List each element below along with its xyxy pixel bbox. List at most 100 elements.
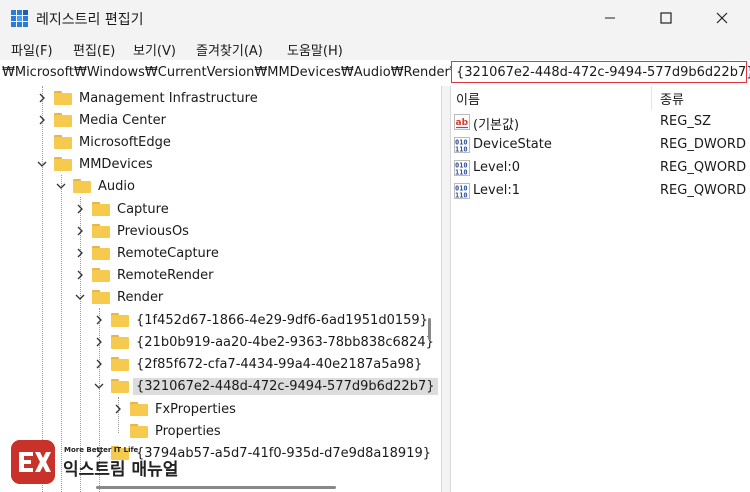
folder-icon	[54, 113, 72, 127]
watermark-tagline: More Better IT Life	[64, 446, 139, 454]
folder-icon	[54, 157, 72, 171]
minimize-button[interactable]	[582, 0, 638, 36]
tree-item-label: PreviousOs	[117, 223, 189, 239]
value-name: (기본값)	[473, 118, 520, 133]
chevron-right-icon[interactable]	[74, 242, 86, 264]
tree-item-label: MMDevices	[79, 156, 153, 172]
tree-item-audio[interactable]: Audio	[55, 175, 138, 197]
tree-horizontal-scrollbar-thumb[interactable]	[96, 486, 336, 489]
title-bar: 레지스트리 편집기	[0, 0, 750, 36]
value-row[interactable]: 010 110 Level:1 REG_QWORD	[451, 180, 750, 202]
tree-item-label: Render	[117, 289, 164, 305]
folder-icon	[130, 402, 148, 416]
values-pane[interactable]: 이름 종류 ab (기본값) REG_SZ 010 110 DeviceStat…	[451, 86, 750, 492]
tree-item-guid[interactable]: {21b0b919-aa20-4be2-9363-78bb838c6824}	[93, 331, 437, 353]
svg-text:110: 110	[455, 146, 468, 154]
tree-item-label: Properties	[155, 423, 221, 439]
value-name: Level:0	[473, 160, 520, 175]
maximize-icon	[660, 12, 672, 24]
chevron-right-icon[interactable]	[36, 109, 48, 131]
chevron-right-icon[interactable]	[93, 331, 105, 353]
close-icon	[716, 12, 728, 24]
menu-view[interactable]: 보기(V)	[133, 40, 176, 59]
tree-item-label: FxProperties	[155, 401, 236, 417]
value-type: REG_SZ	[660, 114, 711, 129]
folder-icon	[92, 202, 110, 216]
tree-item-remotecapture[interactable]: RemoteCapture	[74, 242, 222, 264]
chevron-right-icon[interactable]	[93, 309, 105, 331]
address-highlight-text: {321067e2-448d-472c-9494-577d9b6d22b7}	[456, 65, 750, 80]
chevron-right-icon[interactable]	[74, 264, 86, 286]
tree-item-label: {21b0b919-aa20-4be2-9363-78bb838c6824}	[136, 334, 434, 350]
tree-item-management-infrastructure[interactable]: Management Infrastructure	[36, 87, 261, 109]
svg-text:110: 110	[455, 192, 468, 200]
tree-item-guid[interactable]: {2f85f672-cfa7-4434-99a4-40e2187a5a98}	[93, 353, 425, 375]
folder-icon	[92, 268, 110, 282]
tree-item-label: {2f85f672-cfa7-4434-99a4-40e2187a5a98}	[136, 356, 423, 372]
binary-value-icon: 010 110	[454, 183, 470, 199]
pane-splitter[interactable]	[441, 86, 451, 492]
tree-item-mmdevices[interactable]: MMDevices	[36, 153, 156, 175]
tree-item-label: RemoteRender	[117, 267, 214, 283]
svg-text:ab: ab	[456, 118, 469, 128]
value-type: REG_QWORD	[660, 183, 747, 198]
tree-item-remoterender[interactable]: RemoteRender	[74, 264, 216, 286]
tree-item-label: {321067e2-448d-472c-9494-577d9b6d22b7}	[133, 377, 438, 395]
value-row[interactable]: 010 110 Level:0 REG_QWORD	[451, 157, 750, 179]
key-tree[interactable]: Management Infrastructure Media Center M…	[0, 86, 441, 492]
chevron-right-icon[interactable]	[74, 220, 86, 242]
watermark: More Better IT Life 익스트림 매뉴얼	[6, 438, 242, 486]
minimize-icon	[605, 17, 615, 19]
chevron-down-icon[interactable]	[36, 153, 48, 175]
menu-help[interactable]: 도움말(H)	[287, 40, 343, 59]
tree-item-guid-selected[interactable]: {321067e2-448d-472c-9494-577d9b6d22b7}	[93, 375, 438, 397]
folder-icon	[111, 313, 129, 327]
tree-scrollbar-thumb[interactable]	[428, 318, 431, 340]
tree-item-guid[interactable]: {1f452d67-1866-4e29-9df6-6ad1951d0159}	[93, 309, 431, 331]
chevron-down-icon[interactable]	[55, 175, 67, 197]
tree-item-label: Management Infrastructure	[79, 90, 258, 106]
chevron-down-icon[interactable]	[74, 286, 86, 308]
menu-edit[interactable]: 편집(E)	[73, 40, 115, 59]
tree-item-previousos[interactable]: PreviousOs	[74, 220, 192, 242]
chevron-right-icon[interactable]	[36, 87, 48, 109]
maximize-button[interactable]	[638, 0, 694, 36]
string-value-icon: ab	[454, 114, 470, 130]
column-header-type[interactable]: 종류	[660, 86, 684, 110]
tree-item-microsoftedge[interactable]: MicrosoftEdge	[36, 131, 174, 153]
tree-item-label: {1f452d67-1866-4e29-9df6-6ad1951d0159}	[136, 312, 428, 328]
brand-logo-icon	[11, 440, 55, 484]
tree-item-fxproperties[interactable]: FxProperties	[112, 398, 239, 420]
menu-bar: 파일(F) 편집(E) 보기(V) 즐겨찾기(A) 도움말(H)	[0, 36, 750, 60]
menu-file[interactable]: 파일(F)	[11, 40, 53, 59]
folder-icon	[54, 135, 72, 149]
chevron-down-icon[interactable]	[93, 375, 105, 397]
value-row[interactable]: 010 110 DeviceState REG_DWORD	[451, 134, 750, 156]
folder-icon	[130, 424, 148, 438]
column-separator[interactable]	[651, 86, 652, 110]
tree-item-label: Media Center	[79, 112, 166, 128]
tree-item-capture[interactable]: Capture	[74, 198, 172, 220]
registry-editor-icon	[11, 10, 28, 27]
window-title: 레지스트리 편집기	[36, 12, 144, 28]
folder-icon	[73, 179, 91, 193]
chevron-right-icon[interactable]	[74, 198, 86, 220]
close-button[interactable]	[694, 0, 750, 36]
svg-text:110: 110	[455, 169, 468, 177]
value-row[interactable]: ab (기본값) REG_SZ	[451, 111, 750, 133]
address-bar[interactable]: ₩Microsoft₩Windows₩CurrentVersion₩MMDevi…	[0, 60, 750, 87]
folder-icon	[54, 91, 72, 105]
value-type: REG_DWORD	[660, 137, 746, 152]
tree-item-label: MicrosoftEdge	[79, 134, 171, 150]
folder-icon	[111, 335, 129, 349]
tree-item-render[interactable]: Render	[74, 286, 166, 308]
folder-icon	[92, 246, 110, 260]
value-type: REG_QWORD	[660, 160, 747, 175]
folder-icon	[111, 379, 129, 393]
chevron-right-icon[interactable]	[112, 398, 124, 420]
tree-item-media-center[interactable]: Media Center	[36, 109, 169, 131]
binary-value-icon: 010 110	[454, 137, 470, 153]
chevron-right-icon[interactable]	[93, 353, 105, 375]
column-header-name[interactable]: 이름	[456, 86, 480, 110]
menu-favorites[interactable]: 즐겨찾기(A)	[196, 40, 263, 59]
